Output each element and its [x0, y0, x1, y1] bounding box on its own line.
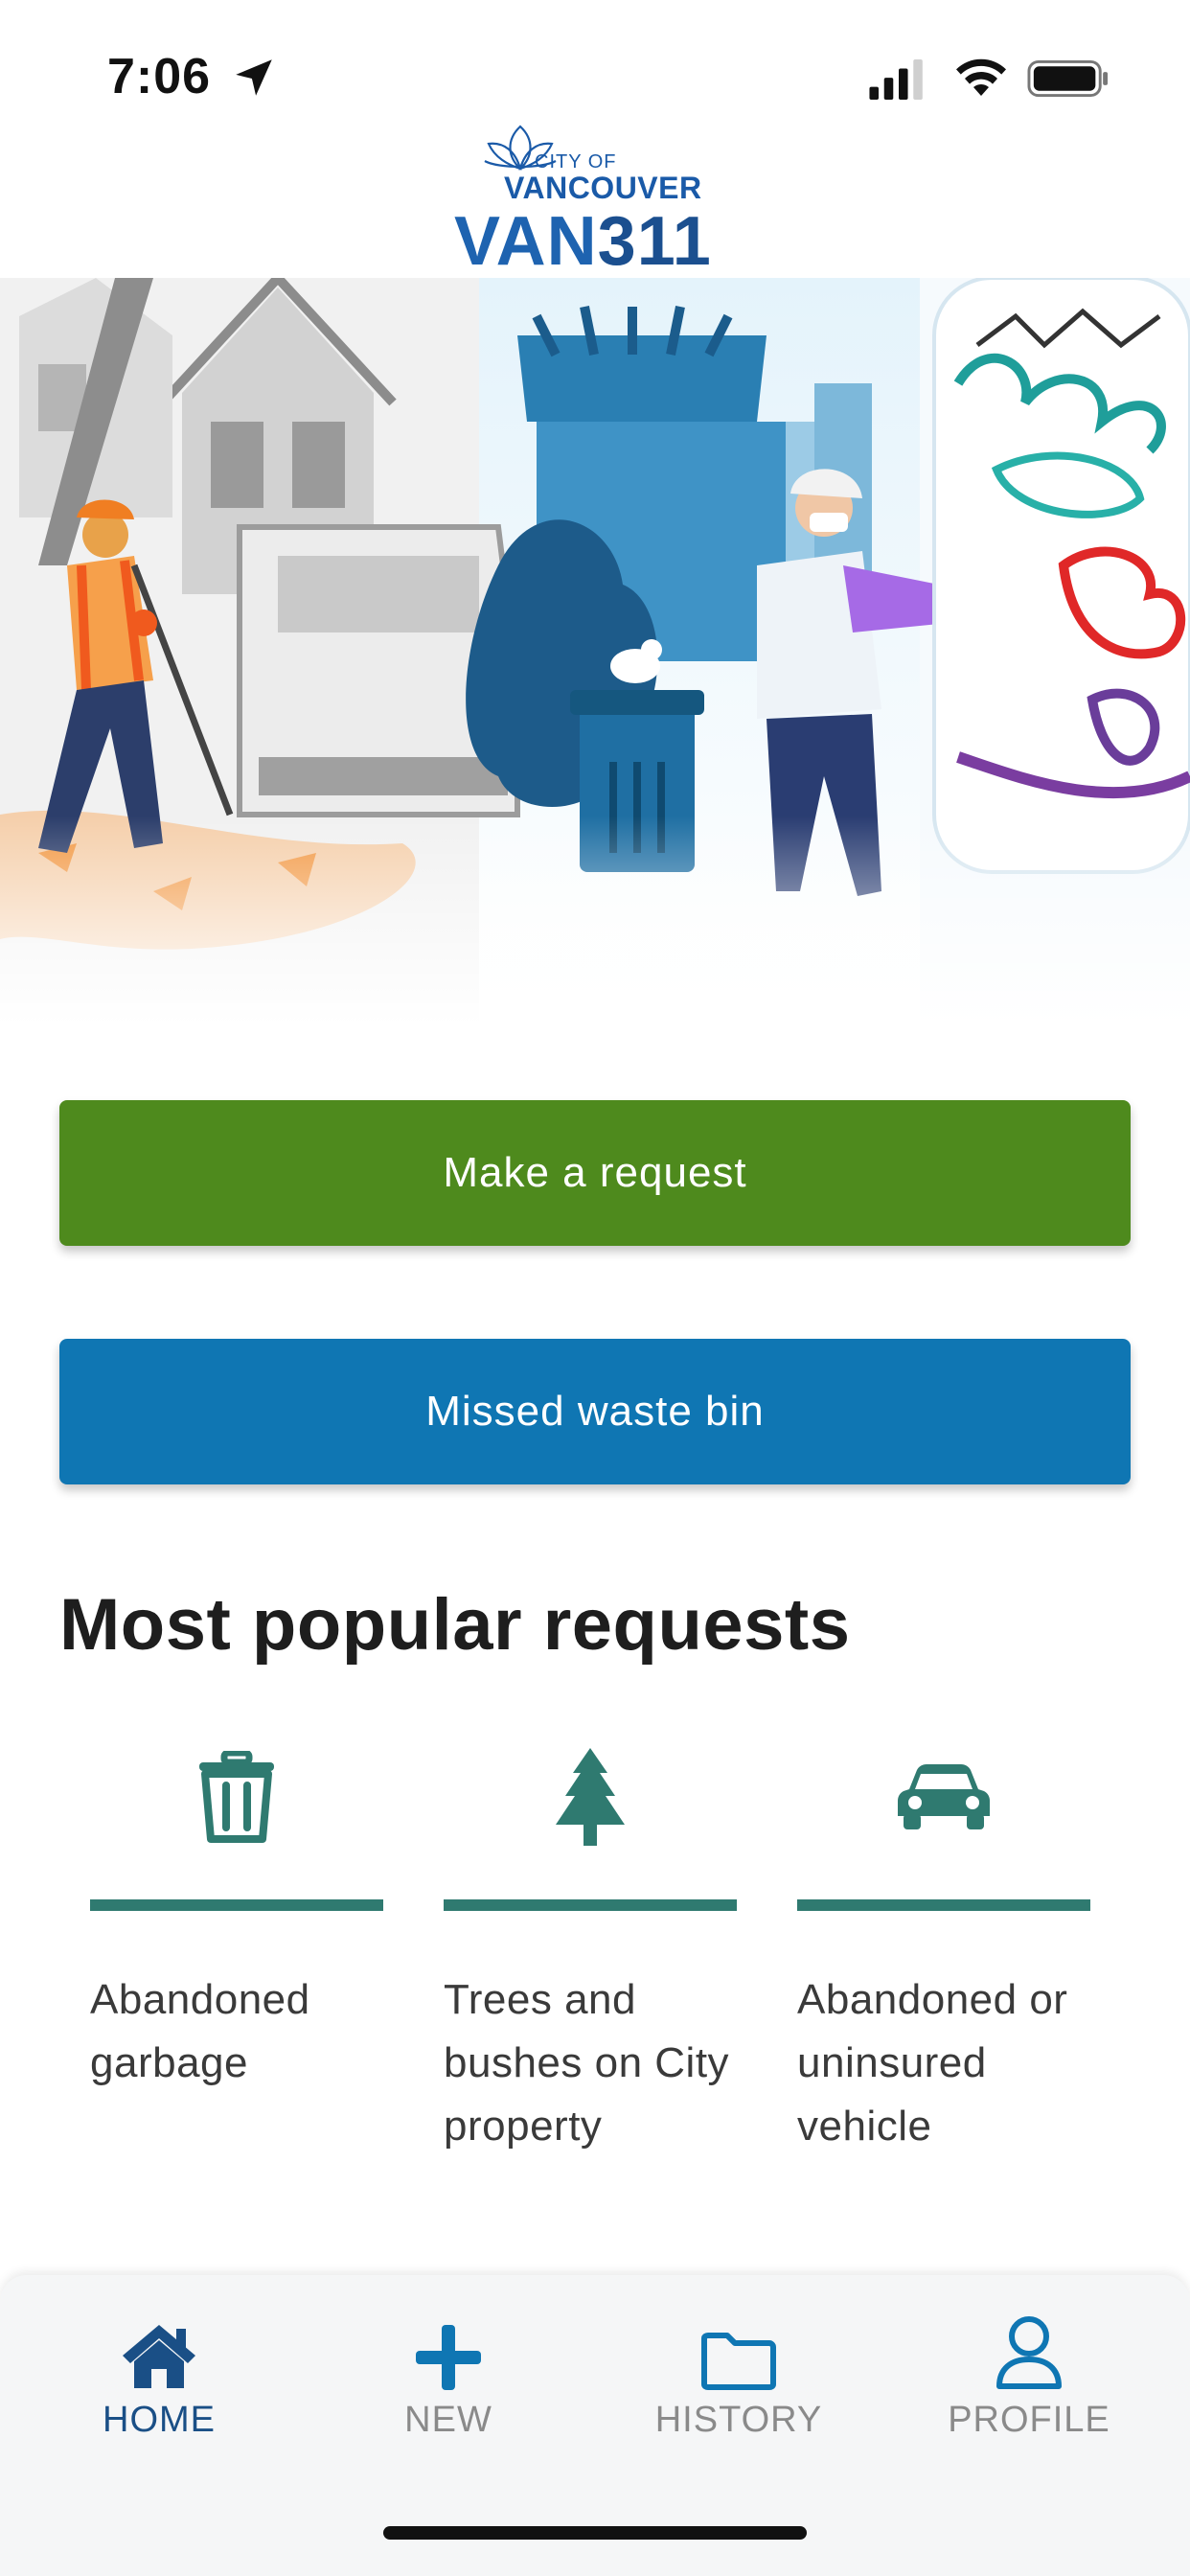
logo-vancouver-text: VANCOUVER: [504, 171, 702, 205]
plus-icon: [353, 2313, 544, 2390]
status-bar: 7:06: [0, 0, 1190, 115]
car-icon: [797, 1735, 1090, 1859]
tree-icon: [444, 1735, 737, 1859]
van311-logo: CITY OF VANCOUVER VAN311: [450, 115, 747, 278]
popular-item-abandoned-vehicle[interactable]: Abandoned or uninsured vehicle: [797, 1735, 1090, 2158]
location-arrow-icon: [236, 59, 272, 96]
nav-label: HISTORY: [654, 2400, 823, 2440]
status-time: 7:06: [107, 49, 212, 104]
popular-item-divider: [797, 1899, 1090, 1911]
logo-van311-text: VAN311: [454, 207, 712, 276]
popular-item-abandoned-garbage[interactable]: Abandoned garbage: [90, 1735, 383, 2095]
popular-item-divider: [444, 1899, 737, 1911]
nav-new[interactable]: NEW: [353, 2313, 544, 2441]
nav-label: PROFILE: [948, 2400, 1110, 2440]
logo-van-text: VAN: [454, 203, 598, 280]
popular-item-label: Abandoned or uninsured vehicle: [797, 1976, 1068, 2150]
battery-icon: [1027, 59, 1109, 98]
missed-waste-bin-button[interactable]: Missed waste bin: [59, 1339, 1131, 1484]
nav-history[interactable]: HISTORY: [643, 2313, 835, 2441]
home-icon: [63, 2313, 255, 2390]
popular-item-divider: [90, 1899, 383, 1911]
popular-item-trees-bushes[interactable]: Trees and bushes on City property: [444, 1735, 737, 2158]
nav-label: NEW: [404, 2400, 492, 2440]
popular-item-label: Trees and bushes on City property: [444, 1976, 730, 2150]
wifi-icon: [956, 58, 1006, 96]
nav-home[interactable]: HOME: [63, 2313, 255, 2441]
profile-icon: [933, 2313, 1125, 2390]
cellular-signal-icon: [869, 59, 923, 100]
make-request-button[interactable]: Make a request: [59, 1100, 1131, 1246]
nav-profile[interactable]: PROFILE: [933, 2313, 1125, 2441]
popular-item-label: Abandoned garbage: [90, 1976, 310, 2086]
hero-illustration: [0, 278, 1190, 1025]
home-indicator[interactable]: [383, 2526, 807, 2540]
popular-requests-title: Most popular requests: [59, 1584, 851, 1666]
folder-icon: [643, 2313, 835, 2390]
nav-label: HOME: [103, 2400, 216, 2440]
app-header: CITY OF VANCOUVER VAN311: [0, 115, 1190, 280]
trash-icon: [90, 1735, 383, 1859]
logo-311-text: 311: [597, 203, 712, 280]
